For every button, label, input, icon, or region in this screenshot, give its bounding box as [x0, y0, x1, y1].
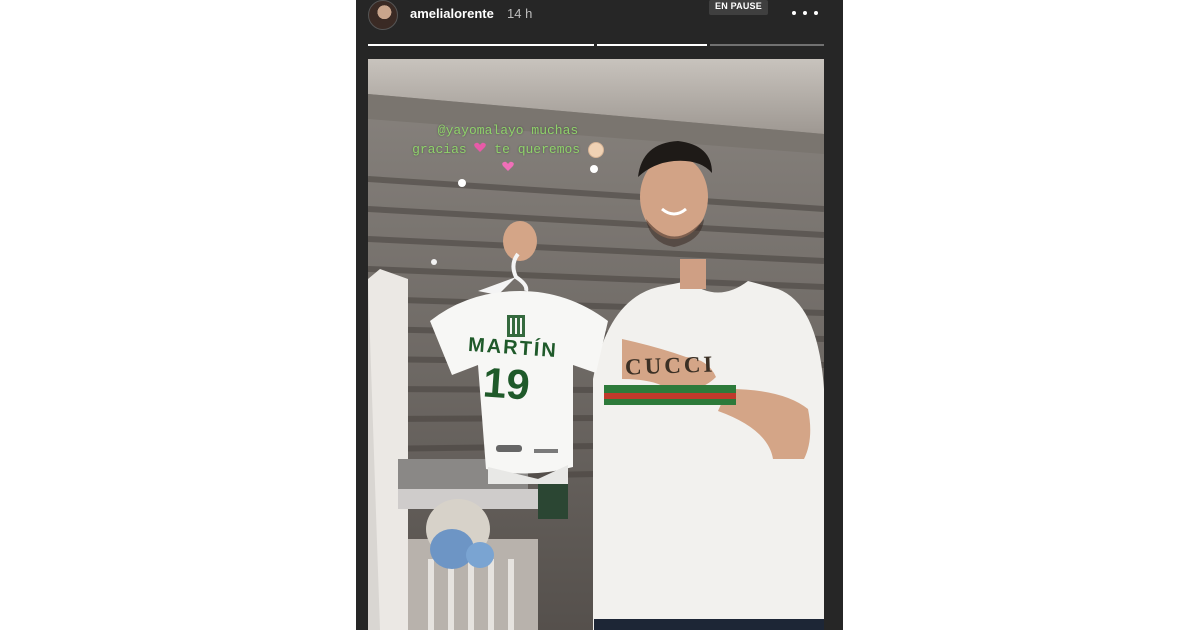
more-options-icon[interactable] [792, 3, 818, 23]
two-hearts-icon [502, 161, 514, 171]
story-progress-bar [368, 44, 824, 46]
sparkling-heart-icon [474, 142, 487, 152]
caption-text-a: gracias [412, 142, 467, 157]
caption-line-2: gracias te queremos [378, 140, 638, 159]
caption-text-b: te queremos [494, 142, 581, 157]
progress-segment [368, 44, 594, 46]
story-media[interactable]: @yayomalayo muchas gracias te queremos M… [368, 59, 824, 630]
profile-avatar[interactable] [368, 0, 398, 30]
paused-badge: EN PAUSE [709, 0, 768, 15]
story-caption: @yayomalayo muchas gracias te queremos [378, 121, 638, 178]
progress-segment [597, 44, 707, 46]
story-timestamp: 14 h [507, 6, 533, 21]
story-header: amelialorente 14 h EN PAUSE [356, 0, 843, 36]
caption-line-1: @yayomalayo muchas [437, 123, 579, 138]
caption-line-3 [378, 159, 638, 178]
baby-icon [587, 141, 604, 158]
progress-segment [710, 44, 824, 46]
username-link[interactable]: amelialorente [410, 6, 494, 21]
jersey-number: 19 [481, 358, 532, 409]
tshirt-brand: CUCCI [624, 351, 716, 380]
story-viewer: amelialorente 14 h EN PAUSE @yayomalayo … [356, 0, 843, 630]
